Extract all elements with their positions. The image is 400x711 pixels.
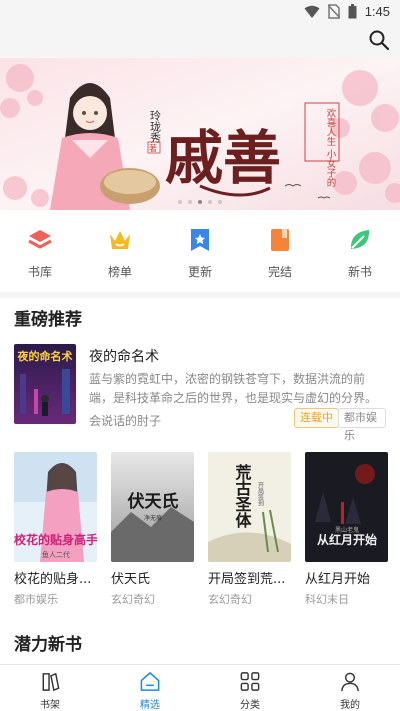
tab-label: 分类 bbox=[240, 700, 260, 711]
featured-book-cover[interactable]: 夜的命名术 bbox=[14, 344, 76, 424]
featured-book-author: 会说话的肘子 bbox=[89, 414, 162, 428]
status-time: 1:45 bbox=[364, 4, 390, 19]
featured-book-title[interactable]: 夜的命名术 bbox=[89, 346, 159, 366]
quick-nav-label: 更新 bbox=[187, 265, 212, 279]
book-genre: 玄幻奇幻 bbox=[111, 593, 155, 606]
banner-title: 戚善 bbox=[165, 124, 281, 192]
featured-book-description: 蓝与紫的霓虹中，浓密的钢铁苍穹下，数据洪流的前端，是科技革命之后的世界，也是现实… bbox=[89, 372, 378, 405]
book-cover-author: 鱼人二代 bbox=[42, 550, 70, 559]
book-genre: 玄幻奇幻 bbox=[208, 593, 252, 606]
book-card[interactable]: 从红月开始 黑山老鬼 从红月开始 科幻末日 bbox=[305, 452, 388, 612]
grid-icon bbox=[240, 672, 260, 691]
crown-icon bbox=[110, 231, 130, 249]
book-cover-title: 荒古圣体 bbox=[233, 464, 253, 529]
tab-profile[interactable]: 我的 bbox=[300, 665, 400, 711]
search-icon[interactable] bbox=[368, 29, 390, 51]
book-card[interactable]: 荒古圣体 开局签到 开局签到荒... 玄幻奇幻 bbox=[208, 452, 291, 612]
book-cover[interactable]: 校花的贴身高手 鱼人二代 bbox=[14, 452, 97, 562]
banner-tagline: 欢喜人生 小女子的 bbox=[325, 107, 337, 188]
quick-nav-label: 完结 bbox=[267, 265, 292, 279]
leaf-icon bbox=[350, 230, 370, 249]
pagination-dot[interactable] bbox=[208, 200, 212, 204]
pagination-dot-active[interactable] bbox=[198, 200, 202, 204]
layers-icon bbox=[28, 230, 52, 249]
book-grid: 校花的贴身高手 鱼人二代 校花的贴身... 都市娱乐 伏天氏 净无痕 伏天氏 玄… bbox=[14, 452, 388, 612]
book-title[interactable]: 校花的贴身... bbox=[14, 568, 97, 587]
book-title[interactable]: 开局签到荒... bbox=[208, 568, 291, 587]
section-divider bbox=[0, 292, 400, 298]
book-cover-title: 伏天氏 bbox=[128, 491, 179, 512]
no-sim-icon bbox=[327, 4, 340, 19]
book-cover[interactable]: 伏天氏 净无痕 bbox=[111, 452, 194, 562]
home-icon bbox=[140, 672, 160, 691]
book-cover[interactable]: 荒古圣体 开局签到 bbox=[208, 452, 291, 562]
quick-nav-label: 书库 bbox=[27, 265, 52, 279]
book-card[interactable]: 伏天氏 净无痕 伏天氏 玄幻奇幻 bbox=[111, 452, 194, 612]
bottom-tab-bar: 书架 精选 分类 我的 bbox=[0, 664, 400, 711]
pagination-dot[interactable] bbox=[188, 200, 192, 204]
book-cover-author: 黑山老鬼 bbox=[335, 526, 359, 534]
quick-nav-new-books[interactable]: 新书 bbox=[320, 226, 400, 286]
book-cover[interactable]: 从红月开始 黑山老鬼 bbox=[305, 452, 388, 562]
quick-nav-completed[interactable]: 完结 bbox=[240, 226, 320, 286]
book-card[interactable]: 校花的贴身高手 鱼人二代 校花的贴身... 都市娱乐 bbox=[14, 452, 97, 612]
quick-nav-label: 新书 bbox=[347, 265, 372, 279]
book-complete-icon bbox=[271, 229, 289, 251]
person-icon bbox=[341, 672, 359, 692]
banner-pagination bbox=[0, 200, 400, 204]
bookmark-star-icon bbox=[191, 229, 209, 251]
status-icons: 1:45 bbox=[304, 4, 390, 19]
app-header bbox=[0, 24, 400, 58]
quick-nav: 书库 榜单 更新 完结 新书 bbox=[0, 226, 400, 286]
quick-nav-library[interactable]: 书库 bbox=[0, 226, 80, 286]
battery-icon bbox=[348, 4, 357, 19]
wifi-icon bbox=[304, 5, 320, 18]
tab-categories[interactable]: 分类 bbox=[200, 665, 300, 711]
pagination-dot[interactable] bbox=[218, 200, 222, 204]
featured-cover-title: 夜的命名术 bbox=[17, 349, 73, 363]
banner-author-mark: 著 bbox=[149, 143, 157, 153]
tab-label: 我的 bbox=[340, 700, 360, 711]
tab-featured[interactable]: 精选 bbox=[100, 665, 200, 711]
bookshelf-icon bbox=[42, 672, 60, 692]
featured-book[interactable]: 夜的命名术 夜的命名术 蓝与紫的霓虹中，浓密的钢铁苍穹下，数据洪流的前端，是科技… bbox=[14, 344, 386, 442]
genre-badge: 都市娱乐 bbox=[338, 408, 386, 442]
section-title-recommended: 重磅推荐 bbox=[14, 310, 82, 330]
book-cover-title: 校花的贴身高手 bbox=[14, 532, 97, 547]
banner-author: 玲珑秀 bbox=[149, 110, 162, 143]
promo-banner[interactable]: 玲珑秀 著 戚善 欢喜人生 小女子的 bbox=[0, 58, 400, 210]
book-genre: 科幻末日 bbox=[305, 593, 349, 606]
quick-nav-ranking[interactable]: 榜单 bbox=[80, 226, 160, 286]
book-genre: 都市娱乐 bbox=[14, 593, 58, 606]
book-cover-title: 从红月开始 bbox=[317, 532, 377, 547]
quick-nav-label: 榜单 bbox=[107, 265, 132, 279]
pagination-dot[interactable] bbox=[178, 200, 182, 204]
banner-illustration: 玲珑秀 著 戚善 欢喜人生 小女子的 bbox=[0, 58, 400, 210]
tab-label: 书架 bbox=[40, 700, 60, 711]
tab-label: 精选 bbox=[140, 700, 160, 711]
book-title[interactable]: 从红月开始 bbox=[305, 568, 388, 587]
status-bar: 1:45 bbox=[0, 0, 400, 24]
book-cover-author: 净无痕 bbox=[144, 514, 162, 522]
book-cover-subtitle: 开局签到 bbox=[257, 482, 264, 506]
status-badge: 连载中 bbox=[294, 408, 339, 428]
book-title[interactable]: 伏天氏 bbox=[111, 568, 194, 587]
section-title-potential: 潜力新书 bbox=[14, 635, 82, 655]
quick-nav-updates[interactable]: 更新 bbox=[160, 226, 240, 286]
tab-bookshelf[interactable]: 书架 bbox=[0, 665, 100, 711]
